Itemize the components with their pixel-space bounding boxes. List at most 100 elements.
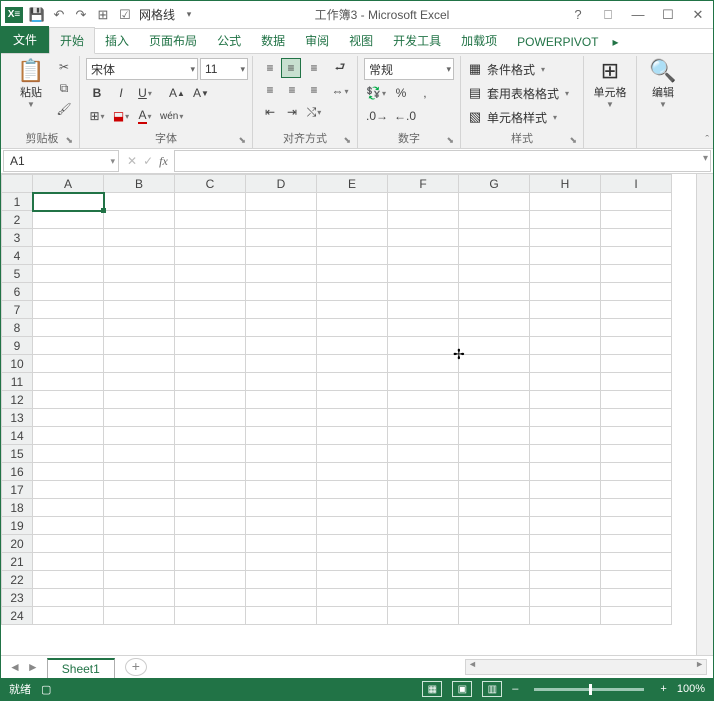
cell[interactable] [246,607,317,625]
cell[interactable] [246,571,317,589]
cell[interactable] [530,265,601,283]
column-header[interactable]: E [317,175,388,193]
tab-addins[interactable]: 加载项 [451,28,507,53]
column-header[interactable]: B [104,175,175,193]
align-bottom-button[interactable]: ≡ [303,58,325,78]
cell[interactable] [459,481,530,499]
cell[interactable] [530,571,601,589]
sheet-tab[interactable]: Sheet1 [47,658,115,678]
formula-input[interactable] [174,150,711,172]
cell[interactable] [317,589,388,607]
cell[interactable] [530,391,601,409]
accounting-format-button[interactable]: 💱 [364,83,388,103]
cell[interactable] [33,319,104,337]
cell[interactable] [246,553,317,571]
cell[interactable] [104,211,175,229]
cell[interactable] [175,589,246,607]
tab-data[interactable]: 数据 [251,28,295,53]
cell[interactable] [175,283,246,301]
align-middle-button[interactable]: ≡ [281,58,301,78]
cell[interactable] [317,517,388,535]
cell[interactable] [530,463,601,481]
cell[interactable] [175,535,246,553]
cell[interactable] [317,211,388,229]
zoom-in-button[interactable]: + [660,683,666,695]
column-header[interactable]: C [175,175,246,193]
row-header[interactable]: 21 [2,553,33,571]
cell[interactable] [601,229,672,247]
sheet-nav-next-icon[interactable]: ► [27,660,39,674]
cell[interactable] [388,571,459,589]
cell[interactable] [388,427,459,445]
row-header[interactable]: 18 [2,499,33,517]
cell[interactable] [317,337,388,355]
cell[interactable] [601,499,672,517]
cell[interactable] [104,409,175,427]
cell[interactable] [104,481,175,499]
enter-formula-icon[interactable]: ✓ [143,154,153,168]
align-right-button[interactable]: ≡ [303,80,325,100]
cell[interactable] [601,517,672,535]
cell[interactable] [388,319,459,337]
cell[interactable] [601,589,672,607]
cell[interactable] [104,283,175,301]
cell[interactable] [601,553,672,571]
cell[interactable] [246,301,317,319]
cell[interactable] [388,283,459,301]
cell[interactable] [33,355,104,373]
cell[interactable] [459,589,530,607]
cell[interactable] [530,481,601,499]
cell[interactable] [459,193,530,211]
cell[interactable] [175,193,246,211]
tabs-scroll-right-icon[interactable]: ▸ [609,31,623,53]
cell[interactable] [175,571,246,589]
phonetic-button[interactable]: wén [158,106,185,126]
page-break-view-icon[interactable]: ▥ [482,681,502,697]
tab-home[interactable]: 开始 [49,27,95,54]
cell[interactable] [175,445,246,463]
cell[interactable] [459,265,530,283]
tab-developer[interactable]: 开发工具 [383,28,451,53]
cell[interactable] [388,247,459,265]
cell[interactable] [388,373,459,391]
cell[interactable] [601,391,672,409]
cell[interactable] [317,301,388,319]
cell[interactable] [601,283,672,301]
column-header[interactable]: G [459,175,530,193]
cell[interactable] [459,247,530,265]
redo-icon[interactable]: ↷ [73,7,89,23]
cell[interactable] [388,301,459,319]
font-size-combo[interactable]: 11 [200,58,248,80]
cell[interactable] [104,607,175,625]
cell[interactable] [246,499,317,517]
cell[interactable] [530,589,601,607]
cell[interactable] [33,463,104,481]
cell[interactable] [601,481,672,499]
zoom-out-button[interactable]: – [512,683,518,695]
cell[interactable] [459,499,530,517]
font-name-combo[interactable]: 宋体 [86,58,198,80]
macro-record-icon[interactable]: ▢ [41,683,51,696]
underline-button[interactable]: U [134,83,156,103]
cell[interactable] [601,211,672,229]
cell[interactable] [246,319,317,337]
row-header[interactable]: 6 [2,283,33,301]
cell[interactable] [246,445,317,463]
cell[interactable] [175,499,246,517]
cell[interactable] [104,535,175,553]
cell[interactable] [388,607,459,625]
tab-view[interactable]: 视图 [339,28,383,53]
borders-icon[interactable]: ⊞ [95,7,111,23]
cell[interactable] [459,301,530,319]
row-header[interactable]: 11 [2,373,33,391]
row-header[interactable]: 20 [2,535,33,553]
format-as-table-button[interactable]: ▤ 套用表格格式▾ [467,82,569,104]
cell[interactable] [459,553,530,571]
cell[interactable] [388,337,459,355]
cell[interactable] [459,283,530,301]
cell[interactable] [104,319,175,337]
italic-button[interactable]: I [110,83,132,103]
cell[interactable] [104,193,175,211]
paste-button[interactable]: 📋 粘贴 ▼ [11,58,51,111]
cell[interactable] [530,211,601,229]
